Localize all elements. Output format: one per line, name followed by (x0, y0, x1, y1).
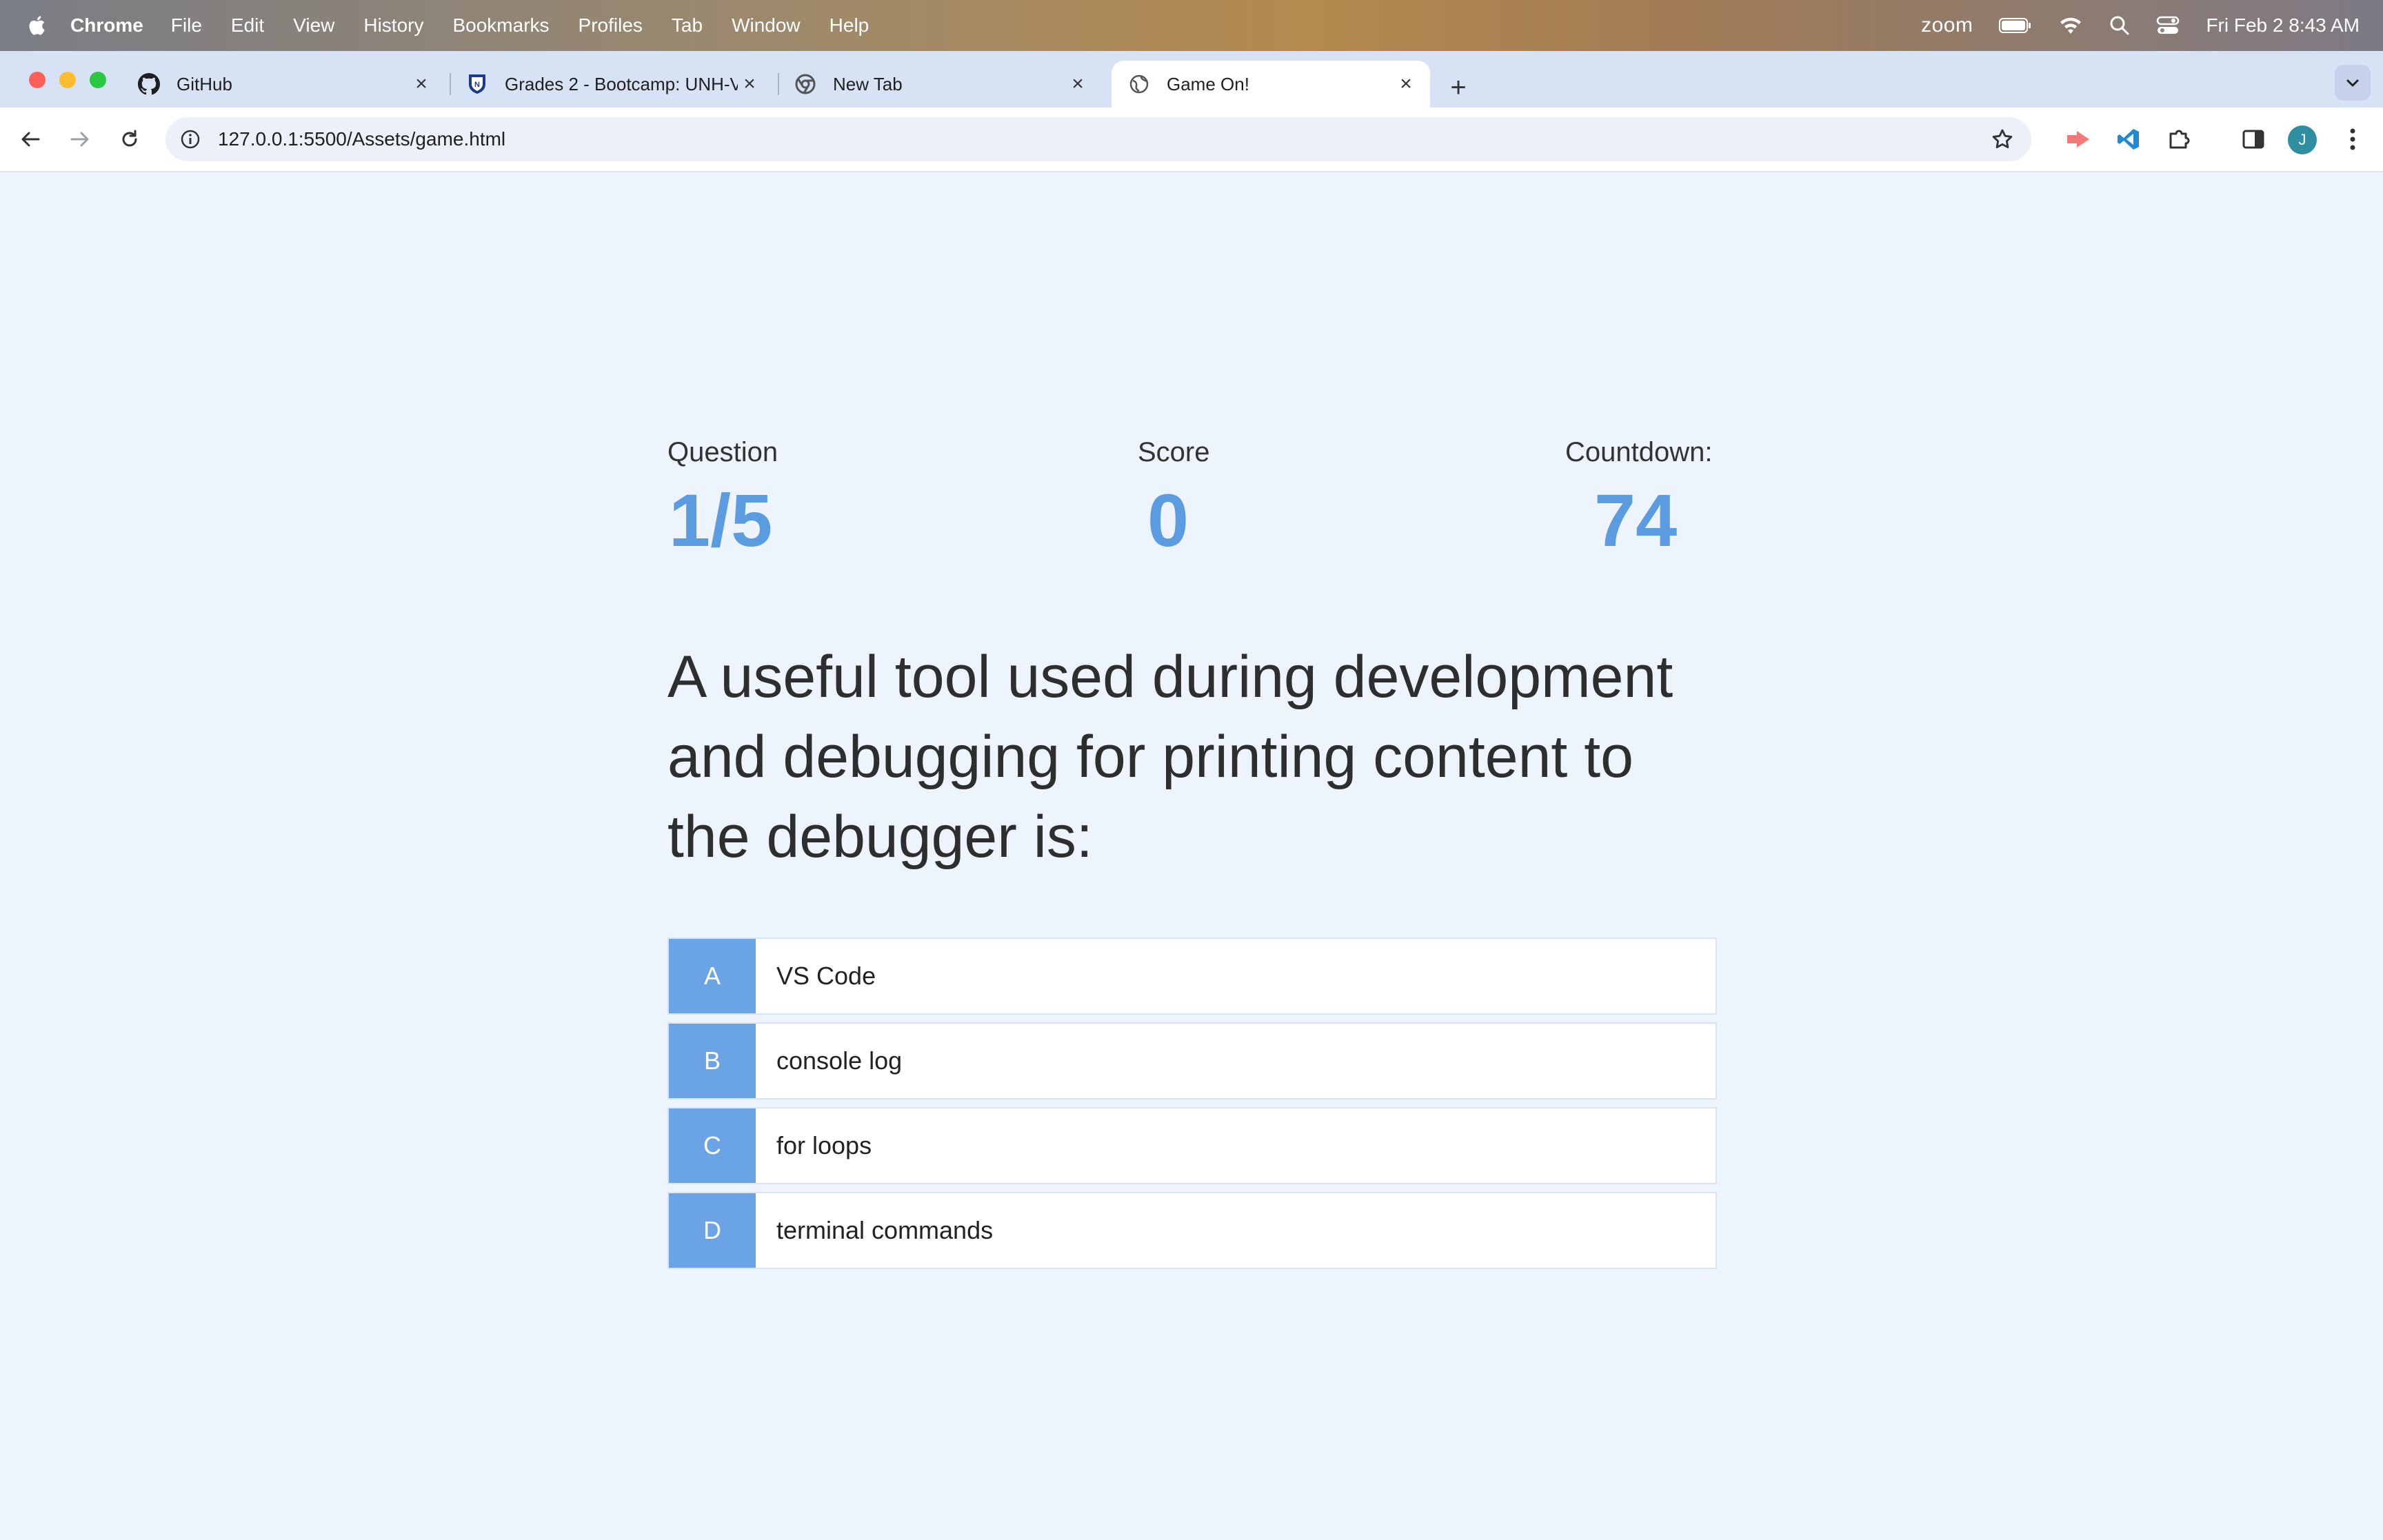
bookmark-star-icon[interactable] (1989, 125, 2016, 153)
extension-red-arrow-icon[interactable] (2063, 124, 2093, 154)
menu-edit[interactable]: Edit (231, 14, 264, 37)
battery-icon[interactable] (1999, 17, 2032, 34)
countdown-value: 74 (1594, 478, 1678, 562)
choice-text: console log (776, 1046, 903, 1075)
tab-github[interactable]: GitHub × (121, 61, 445, 108)
tab-title: Grades 2 - Bootcamp: UNH-V (505, 73, 738, 94)
forward-button[interactable] (63, 123, 97, 156)
choice-b[interactable]: B console log (667, 1022, 1717, 1100)
choice-prefix: B (669, 1024, 756, 1098)
url-text[interactable]: 127.0.0.1:5500/Assets/game.html (218, 128, 505, 150)
close-tab-icon[interactable]: × (738, 72, 761, 96)
fullscreen-window-button[interactable] (90, 72, 106, 88)
tab-new-tab[interactable]: New Tab × (778, 61, 1102, 108)
vscode-extension-icon[interactable] (2113, 124, 2143, 154)
close-tab-icon[interactable]: × (410, 72, 433, 96)
address-bar[interactable]: 127.0.0.1:5500/Assets/game.html (165, 117, 2031, 161)
choice-d[interactable]: D terminal commands (667, 1192, 1717, 1269)
wifi-icon[interactable] (2058, 16, 2083, 35)
back-button[interactable] (14, 123, 47, 156)
window-controls (29, 72, 106, 88)
choice-prefix: C (669, 1108, 756, 1183)
spotlight-search-icon[interactable] (2109, 15, 2130, 36)
zoom-status-item[interactable]: zoom (1921, 14, 1973, 37)
choice-text: VS Code (776, 962, 876, 990)
menu-window[interactable]: Window (732, 14, 801, 37)
close-tab-icon[interactable]: × (1066, 72, 1089, 96)
countdown-label: Countdown: (1565, 437, 1713, 467)
menu-app-chrome[interactable]: Chrome (70, 14, 143, 37)
tab-game-on[interactable]: Game On! × (1112, 61, 1430, 108)
score-value: 0 (1147, 478, 1189, 562)
menubar-datetime[interactable]: Fri Feb 2 8:43 AM (2206, 14, 2360, 37)
globe-icon (1128, 73, 1150, 95)
minimize-window-button[interactable] (59, 72, 76, 88)
choice-a[interactable]: A VS Code (667, 938, 1717, 1015)
browser-toolbar: 127.0.0.1:5500/Assets/game.html J (0, 108, 2383, 172)
macos-menubar: Chrome File Edit View History Bookmarks … (0, 0, 2383, 51)
tab-search-button[interactable] (2335, 65, 2371, 101)
choice-text: for loops (776, 1131, 872, 1159)
choice-c[interactable]: C for loops (667, 1107, 1717, 1184)
profile-avatar[interactable]: J (2288, 125, 2317, 154)
unh-shield-icon: N (466, 73, 488, 95)
menu-file[interactable]: File (171, 14, 202, 37)
more-menu-icon[interactable] (2337, 124, 2368, 154)
github-icon (138, 73, 160, 95)
close-window-button[interactable] (29, 72, 46, 88)
menu-help[interactable]: Help (829, 14, 869, 37)
tab-strip: GitHub × N Grades 2 - Bootcamp: UNH-V × … (0, 51, 2383, 108)
control-center-icon[interactable] (2156, 15, 2180, 36)
choice-text: terminal commands (776, 1216, 994, 1244)
site-info-icon[interactable] (177, 125, 204, 153)
reload-button[interactable] (113, 123, 146, 156)
score-label: Score (1138, 437, 1210, 467)
chevron-down-icon (2346, 79, 2359, 87)
chrome-icon (794, 73, 816, 95)
tab-grades[interactable]: N Grades 2 - Bootcamp: UNH-V × (450, 61, 774, 108)
menu-tab[interactable]: Tab (672, 14, 703, 37)
svg-text:N: N (474, 81, 480, 89)
question-label: Question (667, 437, 778, 467)
question-text: A useful tool used during development an… (667, 644, 1673, 870)
choice-prefix: D (669, 1193, 756, 1268)
arrow-left-icon (21, 132, 40, 147)
tab-title: GitHub (177, 73, 232, 94)
extensions-puzzle-icon[interactable] (2164, 124, 2194, 154)
menu-bookmarks[interactable]: Bookmarks (452, 14, 549, 37)
menu-view[interactable]: View (293, 14, 334, 37)
side-panel-icon[interactable] (2238, 124, 2269, 154)
menu-profiles[interactable]: Profiles (579, 14, 643, 37)
choice-prefix: A (669, 939, 756, 1013)
page-content: Question 1/5 Score 0 Countdown: 74 A use… (0, 172, 2383, 1540)
close-tab-icon[interactable]: × (1394, 72, 1418, 96)
new-tab-button[interactable]: + (1441, 70, 1476, 105)
apple-icon[interactable] (26, 14, 50, 37)
arrow-right-icon (70, 132, 89, 147)
tab-title: New Tab (833, 73, 903, 94)
reload-icon (122, 130, 137, 147)
tab-title: Game On! (1167, 73, 1249, 94)
menubar-status-area: zoom Fri Feb 2 8:43 AM (1895, 0, 2360, 51)
menu-history[interactable]: History (363, 14, 423, 37)
question-counter: 1/5 (669, 478, 773, 562)
